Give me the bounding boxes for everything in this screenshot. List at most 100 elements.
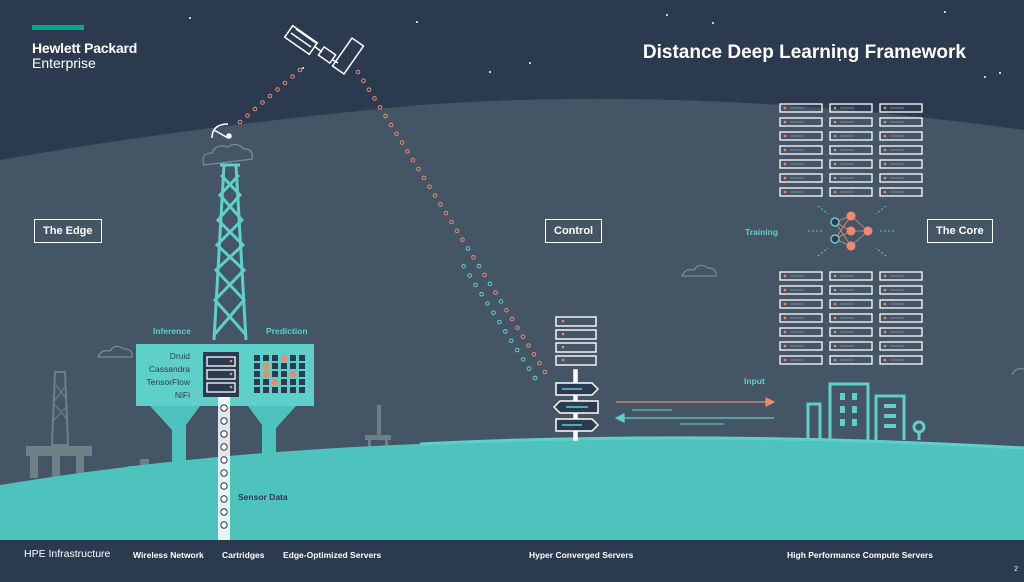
server-led	[833, 176, 837, 180]
server-led	[783, 274, 787, 278]
zone-core: The Core	[927, 219, 993, 243]
server-led	[833, 316, 837, 320]
server-led	[883, 162, 887, 166]
label-training: Training	[745, 227, 779, 237]
server-led	[783, 316, 787, 320]
sensor-dot	[220, 495, 228, 503]
prediction-cell	[290, 371, 296, 377]
diagram-canvas: Hewlett Packard Enterprise Distance Deep…	[0, 0, 1024, 582]
label-sensor-data: Sensor Data	[238, 492, 288, 502]
prediction-cell	[254, 387, 260, 393]
footer-title: HPE Infrastructure	[24, 548, 111, 560]
prediction-cell	[299, 387, 305, 393]
prediction-cell	[254, 363, 260, 369]
label-prediction: Prediction	[266, 326, 308, 336]
prediction-cell	[281, 371, 287, 377]
server-led	[833, 162, 837, 166]
zone-edge: The Edge	[34, 219, 102, 243]
prediction-cell	[299, 363, 305, 369]
sensor-dot	[220, 521, 228, 529]
prediction-cell	[290, 379, 296, 385]
prediction-cell	[254, 355, 260, 361]
server-led	[783, 330, 787, 334]
server-led	[783, 176, 787, 180]
server-led	[883, 302, 887, 306]
sensor-dot	[220, 508, 228, 516]
server-led	[883, 148, 887, 152]
footer-edge-optimized-servers: Edge-Optimized Servers	[283, 550, 382, 560]
prediction-cell	[272, 371, 278, 377]
prediction-cell	[272, 387, 278, 393]
server-led	[883, 176, 887, 180]
server-led	[833, 134, 837, 138]
server-led	[783, 358, 787, 362]
label-inference: Inference	[153, 326, 191, 336]
sensor-dot	[220, 443, 228, 451]
server-led	[883, 106, 887, 110]
server-led	[783, 288, 787, 292]
server-led	[783, 120, 787, 124]
server-led	[883, 190, 887, 194]
prediction-cell	[299, 371, 305, 377]
server-led	[833, 344, 837, 348]
hpe-logo-bar	[32, 25, 84, 30]
server-led	[883, 288, 887, 292]
sensor-dot	[220, 417, 228, 425]
prediction-cell	[290, 355, 296, 361]
server-led	[833, 120, 837, 124]
prediction-cell	[272, 379, 278, 385]
server-led	[833, 190, 837, 194]
server-led	[883, 134, 887, 138]
page-number: 2	[1014, 566, 1018, 573]
prediction-cell	[281, 387, 287, 393]
prediction-cell	[281, 363, 287, 369]
prediction-cell	[281, 355, 287, 361]
footer-hyper-converged-servers: Hyper Converged Servers	[529, 550, 634, 560]
server-led	[783, 162, 787, 166]
prediction-cell	[299, 355, 305, 361]
prediction-cell	[290, 387, 296, 393]
page-title: Distance Deep Learning Framework	[642, 42, 966, 63]
scene-graphic	[0, 0, 1024, 582]
server-led	[883, 344, 887, 348]
prediction-cell	[299, 379, 305, 385]
server-led	[833, 302, 837, 306]
prediction-cell	[254, 379, 260, 385]
server-led	[883, 330, 887, 334]
prediction-cell	[290, 363, 296, 369]
server-led	[833, 358, 837, 362]
server-led	[833, 274, 837, 278]
brand-name-line2: Enterprise	[32, 55, 96, 71]
server-led	[783, 344, 787, 348]
footer-wireless-network: Wireless Network	[133, 550, 204, 560]
sensor-dot	[220, 469, 228, 477]
server-rack-icon	[203, 352, 239, 397]
label-input: Input	[744, 376, 765, 386]
server-led	[783, 106, 787, 110]
footer-hpc-servers: High Performance Compute Servers	[787, 550, 933, 560]
server-led	[783, 302, 787, 306]
db-tensorflow: TensorFlow	[146, 377, 190, 387]
sensor-dot	[220, 456, 228, 464]
prediction-cell	[281, 379, 287, 385]
server-led	[783, 190, 787, 194]
server-led	[883, 358, 887, 362]
footer-cartridges: Cartridges	[222, 550, 265, 560]
prediction-cell	[263, 371, 269, 377]
server-led	[783, 134, 787, 138]
prediction-cell	[272, 363, 278, 369]
server-led	[833, 106, 837, 110]
prediction-cell	[272, 355, 278, 361]
db-druid: Druid	[169, 351, 190, 361]
prediction-cell	[263, 379, 269, 385]
prediction-cell	[263, 355, 269, 361]
sensor-dot	[220, 404, 228, 412]
server-led	[833, 148, 837, 152]
server-led	[883, 274, 887, 278]
prediction-cell	[263, 363, 269, 369]
sensor-dot	[220, 482, 228, 490]
server-led	[883, 120, 887, 124]
server-led	[833, 330, 837, 334]
prediction-cell	[263, 387, 269, 393]
prediction-cell	[254, 371, 260, 377]
